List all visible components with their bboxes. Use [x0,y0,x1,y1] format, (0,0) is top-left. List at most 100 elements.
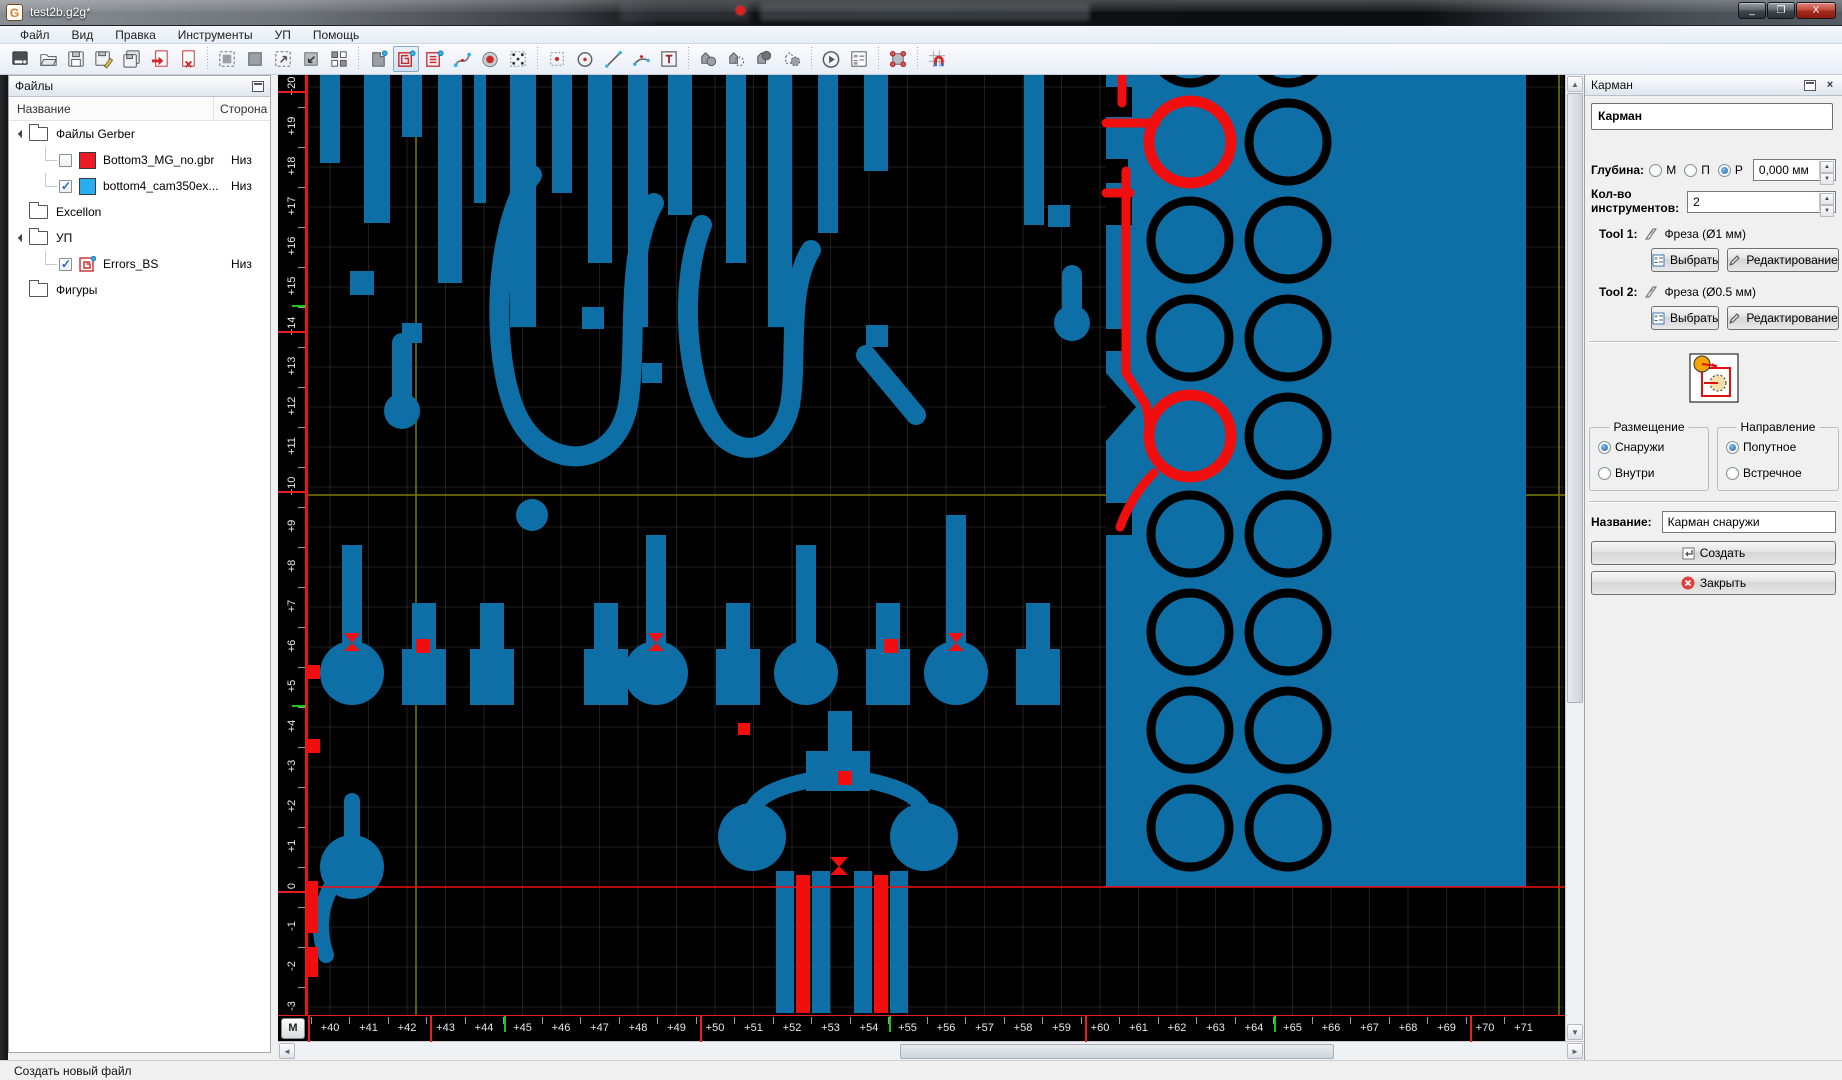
radio-снаружи[interactable] [1598,440,1611,454]
draw-point-icon [550,52,564,66]
scroll-down-arrow[interactable]: ▼ [1567,1024,1583,1040]
visibility-checkbox[interactable] [59,179,72,193]
scroll-right-arrow[interactable]: ► [1567,1043,1583,1059]
create-button[interactable]: Создать [1591,541,1836,565]
visibility-checkbox[interactable] [59,153,72,167]
tree-row-файлы-gerber[interactable]: Файлы Gerber [9,121,270,147]
save-all-icon [123,50,140,68]
select-all-button[interactable] [214,46,240,72]
radio-м[interactable] [1649,163,1663,177]
tool1-edit-button[interactable]: Редактирование [1727,248,1839,272]
visibility-checkbox[interactable] [59,257,72,271]
scroll-left-arrow[interactable]: ◄ [279,1043,295,1059]
draw-text-button[interactable] [656,46,682,72]
layer-color-swatch[interactable] [79,177,96,195]
ruler-units-button[interactable]: M [281,1018,305,1039]
tool2-edit-button[interactable]: Редактирование [1727,306,1839,330]
import-file-button[interactable] [147,46,173,72]
horizontal-scroll-thumb[interactable] [900,1044,1334,1059]
drill-icon [482,51,498,68]
close-panel-icon[interactable]: × [1824,79,1836,91]
tree-row-bottom4-cam350ex-[interactable]: bottom4_cam350ex... Низ [9,173,270,199]
save-button[interactable] [63,46,89,72]
v-ruler-label: +16 [286,236,298,256]
column-side[interactable]: Сторона [213,97,267,120]
tree-row-фигуры[interactable]: Фигуры [9,277,270,303]
vertical-scroll-thumb[interactable] [1567,93,1583,703]
menu-item-5[interactable]: УП [265,27,301,43]
tile-view-button[interactable] [326,46,352,72]
tools-count-spinner[interactable]: ▲ ▼ [1819,193,1834,217]
tree-row-bottom3-mg-no-gbr[interactable]: Bottom3_MG_no.gbr Низ [9,147,270,173]
close-circle-icon [1681,576,1695,590]
layer-color-swatch[interactable] [79,151,96,169]
mill-pocket-button[interactable] [393,46,419,72]
radio-п[interactable] [1684,163,1698,177]
close-file-button[interactable] [175,46,201,72]
draw-circle-button[interactable] [572,46,598,72]
expand-arrow-icon[interactable] [17,233,27,243]
h-ruler-label: +43 [436,1022,455,1034]
vertical-scrollbar[interactable]: ▲ ▼ [1565,75,1584,1041]
run-program-button[interactable] [818,46,844,72]
h-ruler-label: +48 [628,1022,648,1034]
program-params-button[interactable] [846,46,872,72]
menu-item-4[interactable]: Инструменты [168,27,263,43]
snap-grid-button[interactable] [924,46,950,72]
column-name[interactable]: Название [9,102,213,116]
pocket-name-input[interactable]: Карман снаружи [1661,511,1836,533]
draw-arc-button[interactable] [628,46,654,72]
bool-subtract-button[interactable] [723,46,749,72]
depth-input[interactable]: 0,000 мм ▲ ▼ [1752,159,1836,185]
mill-hatch-button[interactable] [421,46,447,72]
radio-р[interactable] [1717,163,1731,177]
float-panel-icon[interactable] [1804,79,1816,91]
h-ruler-red-mark [700,1016,702,1042]
minimize-button[interactable]: _ [1738,2,1766,19]
file-tree: Файлы GerberBottom3_MG_no.gbrНизbottom4_… [9,121,270,1052]
save-all-button[interactable] [119,46,145,72]
close-button[interactable]: X [1796,2,1836,19]
tree-row-уп[interactable]: УП [9,225,270,251]
draw-line-button[interactable] [600,46,626,72]
radio-встречное[interactable] [1726,466,1739,480]
pcb-canvas[interactable] [306,75,1565,1015]
drill-pattern-button[interactable] [505,46,531,72]
scroll-up-arrow[interactable]: ▲ [1567,76,1583,92]
tool2-select-button[interactable]: Выбрать [1651,306,1720,330]
radio-внутри[interactable] [1598,466,1611,480]
restore-button[interactable]: ❐ [1767,2,1795,19]
zoom-fit-button[interactable] [298,46,324,72]
v-ruler-label: -2 [286,961,298,971]
tree-row-excellon[interactable]: Excellon [9,199,270,225]
new-file-button[interactable] [7,46,33,72]
select-region-button[interactable] [242,46,268,72]
bool-intersect-button[interactable] [751,46,777,72]
tools-count-input[interactable]: 2 ▲ ▼ [1687,191,1836,217]
expand-arrow-icon[interactable] [17,129,27,139]
save-as-button[interactable] [91,46,117,72]
horizontal-scrollbar[interactable]: ◄ ► [278,1041,1584,1060]
menu-item-3[interactable]: Правка [105,27,166,43]
bool-union-button[interactable] [695,46,721,72]
v-ruler-red-mark [278,91,306,93]
bool-xor-button[interactable] [779,46,805,72]
open-file-button[interactable] [35,46,61,72]
menu-item-2[interactable]: Вид [62,27,104,43]
radio-попутное[interactable] [1726,440,1739,454]
menu-item-1[interactable]: Файл [10,27,60,43]
depth-spinner[interactable]: ▲ ▼ [1819,161,1834,185]
float-panel-icon[interactable] [252,80,264,92]
tree-row-errors-bs[interactable]: Errors_BS Низ [9,251,270,277]
drill-button[interactable] [477,46,503,72]
draw-point-button[interactable] [544,46,570,72]
tool1-select-button[interactable]: Выбрать [1651,248,1720,272]
zoom-window-button[interactable] [270,46,296,72]
h-ruler-label: +53 [821,1022,840,1034]
canvas-area[interactable]: +20 +19 +18 +17 +16 +15 +14 +13 +12 +11 +10 +9 +8 +7 +… [278,75,1584,1060]
mill-contour-button[interactable] [365,46,391,72]
close-pocket-button[interactable]: Закрыть [1591,571,1836,595]
mill-curve-button[interactable] [449,46,475,72]
menu-item-6[interactable]: Помощь [303,27,369,43]
transform-points-button[interactable] [885,46,911,72]
